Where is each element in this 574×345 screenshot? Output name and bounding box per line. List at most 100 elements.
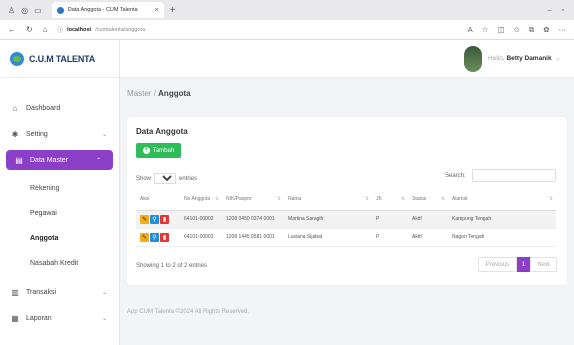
report-icon: ▦ [11, 313, 19, 323]
column-header-status[interactable]: Status ⇅ [408, 188, 448, 211]
submenu-item-anggota[interactable]: Anggota [0, 226, 119, 251]
history-icon[interactable]: ◎ [21, 6, 28, 15]
column-header-nama[interactable]: Nama ⇅ [284, 188, 372, 211]
back-icon[interactable]: ← [8, 25, 16, 34]
sort-icon: ⇅ [364, 196, 369, 202]
edit-icon[interactable]: ✎ [140, 214, 149, 224]
info-icon[interactable]: ⓘ [58, 26, 64, 34]
sidebar-item-dashboard[interactable]: ⌂ Dashboard [0, 98, 119, 118]
tab-title: Data Anggota - CUM Talenta [67, 7, 138, 13]
browser-tab[interactable]: Data Anggota - CUM Talenta × [51, 2, 164, 18]
user-name: Betty Damanik [506, 55, 552, 62]
home-icon: ⌂ [12, 103, 18, 113]
cell-alamat: Kampung Tengah [448, 210, 556, 229]
submenu-item-nasabah-kredit[interactable]: Nasabah Kredit [0, 251, 119, 276]
document-icon: ▥ [11, 287, 19, 297]
edit-icon[interactable]: ✎ [140, 232, 149, 242]
nav-buttons: ← ↻ ⌂ [8, 25, 48, 34]
breadcrumb-current: Anggota [158, 89, 191, 98]
sidebar-item-data-master[interactable]: ▤ Data Master ⌃ [6, 150, 113, 170]
chevron-up-icon: ⌃ [95, 157, 101, 164]
column-header-label: No Anggota [184, 195, 211, 202]
brand-name: C.U.M TALENTA [29, 53, 96, 64]
sidebar: C.U.M TALENTA ⌂ Dashboard ✱ Setting ⌄ ▤ … [0, 40, 120, 345]
submenu-item-pegawai[interactable]: Pegawai [0, 201, 119, 226]
new-tab-icon[interactable]: + [170, 5, 176, 16]
maximize-icon[interactable]: ▫ [562, 7, 564, 14]
brand[interactable]: C.U.M TALENTA [0, 40, 119, 78]
cell-alamat: Nagori Tengah [448, 228, 556, 247]
action-cell: ✎ ⚲ ▮ [136, 228, 180, 247]
column-header-label: Aksi [140, 195, 150, 202]
cell-status: Aktif [408, 210, 448, 229]
url-host: localhost [67, 26, 92, 33]
reload-icon[interactable]: ↻ [26, 25, 33, 34]
add-button-label: Tambah [152, 147, 175, 154]
submenu-item-rekening[interactable]: Rekening [0, 176, 119, 201]
cell-jk: P [372, 228, 408, 247]
more-icon[interactable]: ⋯ [559, 25, 567, 35]
add-button[interactable]: + Tambah [136, 143, 181, 158]
sidebar-item-setting[interactable]: ✱ Setting ⌄ [0, 124, 119, 144]
read-aloud-icon[interactable]: A [468, 25, 473, 35]
sidebar-menu: ⌂ Dashboard ✱ Setting ⌄ ▤ Data Master ⌃ … [0, 78, 119, 328]
sidebar-item-label: Laporan [26, 314, 52, 322]
anggota-table: Aksi No Anggota ⇅ NIK/Paspor ⇅ Nama ⇅ JK ⇅ S… [136, 188, 556, 247]
browser-tools: A ☆ ◫ ✩ ⧉ ✿ ⋯ [468, 25, 566, 35]
previous-button[interactable]: Previous [478, 257, 517, 272]
action-cell: ✎ ⚲ ▮ [136, 210, 180, 229]
column-header-jk[interactable]: JK ⇅ [372, 188, 408, 211]
gear-icon: ✱ [11, 129, 19, 139]
minimize-icon[interactable]: – [548, 7, 552, 14]
search-icon[interactable]: ⚲ [150, 214, 159, 224]
avatar[interactable] [464, 46, 482, 72]
column-header-alamat[interactable]: Alamat ⇅ [448, 188, 556, 211]
breadcrumb-parent[interactable]: Master [127, 89, 151, 98]
sidebar-item-transaksi[interactable]: ▥ Transaksi ⌄ [0, 282, 119, 302]
table-header-row: Aksi No Anggota ⇅ NIK/Paspor ⇅ Nama ⇅ JK ⇅ S… [136, 188, 556, 211]
url-path: /cumtalenta/anggota [95, 26, 146, 33]
pagination: Previous 1 Next [478, 257, 557, 272]
user-menu[interactable]: Hello, Betty Damanik ⌄ [488, 55, 560, 62]
tab-actions-icon[interactable]: ▭ [34, 6, 42, 15]
cell-nik: 1208 1445 0581 0001 [222, 228, 284, 247]
cell-nama: Lusiana Sijabat [284, 228, 372, 247]
plus-circle-icon: + [142, 147, 150, 154]
url-field[interactable]: ⓘ localhost/cumtalenta/anggota [58, 26, 146, 34]
entries-select[interactable]: 10 [154, 173, 177, 184]
cell-status: Aktif [408, 228, 448, 247]
sidebar-item-label: Setting [26, 130, 48, 138]
favorites-icon[interactable]: ✩ [514, 25, 520, 35]
column-header-label: Status [412, 195, 427, 202]
split-screen-icon[interactable]: ◫ [497, 25, 504, 35]
sidebar-item-label: Transaksi [26, 288, 57, 296]
chevron-down-icon: ⌄ [555, 56, 561, 62]
search-icon[interactable]: ⚲ [150, 232, 159, 242]
sort-icon: ⇅ [214, 196, 219, 202]
trash-icon[interactable]: ▮ [160, 214, 169, 224]
column-header-aksi[interactable]: Aksi [136, 188, 180, 211]
extensions-icon[interactable]: ✿ [543, 25, 549, 35]
browser-tab-bar: ♙ ◎ ▭ Data Anggota - CUM Talenta × + – ▫ [0, 0, 574, 20]
profile-icon[interactable]: ♙ [8, 6, 15, 15]
next-button[interactable]: Next [530, 257, 557, 272]
tab-close-icon[interactable]: × [155, 7, 159, 14]
page-1-button[interactable]: 1 [517, 257, 530, 272]
column-header-label: Alamat [452, 195, 468, 202]
search-input[interactable] [472, 169, 556, 182]
home-browser-icon[interactable]: ⌂ [43, 25, 48, 34]
favicon-icon [56, 6, 64, 14]
logo-icon [10, 51, 24, 66]
trash-icon[interactable]: ▮ [160, 232, 169, 242]
database-icon: ▤ [15, 155, 23, 165]
collections-icon[interactable]: ⧉ [529, 25, 534, 35]
favorite-star-icon[interactable]: ☆ [482, 25, 489, 35]
column-header-nik[interactable]: NIK/Paspor ⇅ [222, 188, 284, 211]
search-label: Search: [445, 173, 466, 179]
column-header-no-anggota[interactable]: No Anggota ⇅ [180, 188, 222, 211]
sort-icon: ⇅ [440, 196, 445, 202]
sidebar-item-laporan[interactable]: ▦ Laporan ⌄ [0, 308, 119, 328]
sort-icon: ⇅ [548, 196, 553, 202]
chevron-down-icon: ⌄ [101, 131, 107, 138]
cell-nik: 1208 0450 0374 0001 [222, 210, 284, 229]
